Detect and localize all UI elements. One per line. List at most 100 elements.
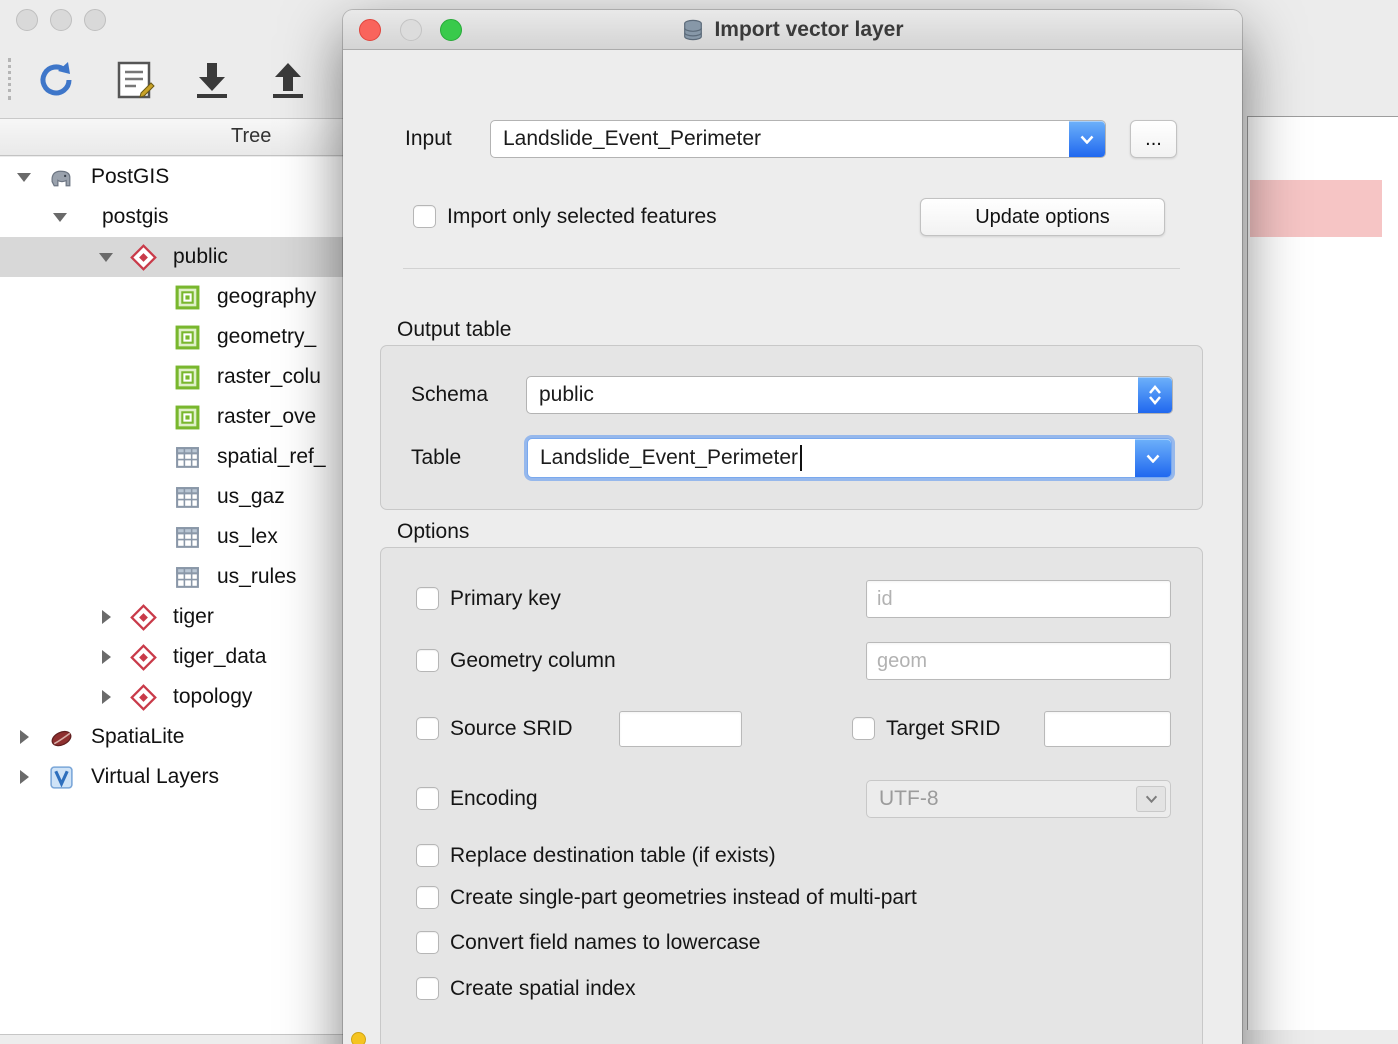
export-file-button[interactable] (262, 54, 314, 106)
schema-label: Schema (411, 382, 488, 408)
dialog-titlebar[interactable]: Import vector layer (343, 10, 1242, 50)
import-layer-button[interactable] (186, 54, 238, 106)
expand-triangle-icon[interactable] (16, 729, 32, 745)
text-cursor (800, 445, 802, 471)
encoding-checkbox[interactable] (416, 787, 439, 810)
output-table-title: Output table (397, 317, 511, 343)
input-combo[interactable]: Landslide_Event_Perimeter (490, 120, 1106, 158)
replace-table-checkbox[interactable] (416, 844, 439, 867)
schema-icon (130, 244, 157, 271)
schema-combo[interactable]: public (526, 376, 1173, 414)
spatialite-icon (48, 724, 75, 751)
close-button[interactable] (359, 19, 381, 41)
import-selected-checkbox[interactable] (413, 205, 436, 228)
table-label: Table (411, 445, 461, 471)
collapse-triangle-icon[interactable] (98, 249, 114, 265)
database-icon (681, 18, 705, 42)
encoding-combo: UTF-8 (866, 780, 1171, 818)
source-srid-label: Source SRID (450, 716, 573, 742)
primary-key-label: Primary key (450, 586, 561, 612)
target-srid-label: Target SRID (886, 716, 1000, 742)
geometry-column-input[interactable] (866, 642, 1171, 680)
lowercase-names-checkbox[interactable] (416, 931, 439, 954)
chevron-down-icon (1136, 786, 1166, 812)
import-selected-label: Import only selected features (447, 204, 717, 230)
spatial-index-checkbox[interactable] (416, 977, 439, 1000)
expand-triangle-icon[interactable] (16, 769, 32, 785)
expand-triangle-icon[interactable] (98, 689, 114, 705)
primary-key-checkbox[interactable] (416, 587, 439, 610)
input-combo-value: Landslide_Event_Perimeter (491, 127, 761, 151)
single-part-label: Create single-part geometries instead of… (450, 885, 917, 911)
toolbar-drag-handle[interactable] (8, 58, 14, 100)
tree-item-label: us_lex (217, 525, 278, 549)
tree-item-label: raster_ove (217, 405, 316, 429)
table-icon (174, 444, 201, 471)
table-icon (174, 564, 201, 591)
postgis-icon (48, 164, 75, 191)
options-group: Primary key Geometry column Source SRID … (380, 547, 1203, 1044)
separator (403, 268, 1180, 269)
output-table-group: Schema public Table Landslide_Event_Peri… (380, 345, 1203, 510)
zoom-button[interactable] (440, 19, 462, 41)
yellow-dot-indicator (351, 1032, 366, 1044)
replace-table-label: Replace destination table (if exists) (450, 843, 776, 869)
tree-item-label: tiger (173, 605, 214, 629)
chevron-down-icon[interactable] (1135, 439, 1171, 477)
options-title: Options (397, 519, 469, 545)
refresh-icon (33, 57, 79, 103)
export-arrow-up-icon (265, 57, 311, 103)
table-combo-value: Landslide_Event_Perimeter (528, 445, 802, 471)
geometry-table-icon (174, 364, 201, 391)
status-bar (0, 1034, 345, 1044)
update-options-button[interactable]: Update options (920, 198, 1165, 236)
encoding-label: Encoding (450, 786, 538, 812)
refresh-button[interactable] (30, 54, 82, 106)
encoding-combo-value: UTF-8 (867, 787, 939, 811)
screen: Tree PostGIS postgis public (0, 0, 1398, 1044)
collapse-triangle-icon[interactable] (52, 209, 68, 225)
geometry-column-checkbox[interactable] (416, 649, 439, 672)
tree-item-label: SpatiaLite (91, 725, 184, 749)
collapse-triangle-icon[interactable] (16, 169, 32, 185)
single-part-checkbox[interactable] (416, 886, 439, 909)
geometry-column-label: Geometry column (450, 648, 616, 674)
schema-icon (130, 644, 157, 671)
expand-triangle-icon[interactable] (98, 649, 114, 665)
tree-item-label: topology (173, 685, 252, 709)
dialog-title: Import vector layer (714, 18, 903, 42)
sql-window-icon (111, 57, 157, 103)
tree-item-label: Virtual Layers (91, 765, 219, 789)
import-vector-layer-dialog: Import vector layer Input Landslide_Even… (343, 10, 1242, 1044)
table-icon (174, 524, 201, 551)
tree-item-label: us_rules (217, 565, 296, 589)
source-srid-checkbox[interactable] (416, 717, 439, 740)
browse-button[interactable]: ... (1130, 120, 1177, 158)
tree-item-label: geometry_ (217, 325, 316, 349)
primary-key-input[interactable] (866, 580, 1171, 618)
geometry-table-icon (174, 404, 201, 431)
tree-item-label: PostGIS (91, 165, 169, 189)
minimize-button[interactable] (400, 19, 422, 41)
target-srid-input[interactable] (1044, 711, 1171, 747)
tree-item-label: raster_colu (217, 365, 321, 389)
sql-window-button[interactable] (108, 54, 160, 106)
spatial-index-label: Create spatial index (450, 976, 636, 1002)
tree-header-label: Tree (231, 125, 271, 148)
virtual-layers-icon (48, 764, 75, 791)
stepper-icon[interactable] (1138, 377, 1172, 413)
tree-item-label: geography (217, 285, 316, 309)
schema-icon (130, 684, 157, 711)
schema-icon (130, 604, 157, 631)
chevron-down-icon[interactable] (1069, 121, 1105, 157)
side-panel (1247, 116, 1398, 1030)
table-combo[interactable]: Landslide_Event_Perimeter (527, 438, 1172, 478)
geometry-table-icon (174, 324, 201, 351)
target-srid-checkbox[interactable] (852, 717, 875, 740)
import-arrow-down-icon (189, 57, 235, 103)
alert-panel (1250, 180, 1382, 237)
expand-triangle-icon[interactable] (98, 609, 114, 625)
source-srid-input[interactable] (619, 711, 742, 747)
table-icon (174, 484, 201, 511)
tree-item-label: postgis (102, 205, 169, 229)
